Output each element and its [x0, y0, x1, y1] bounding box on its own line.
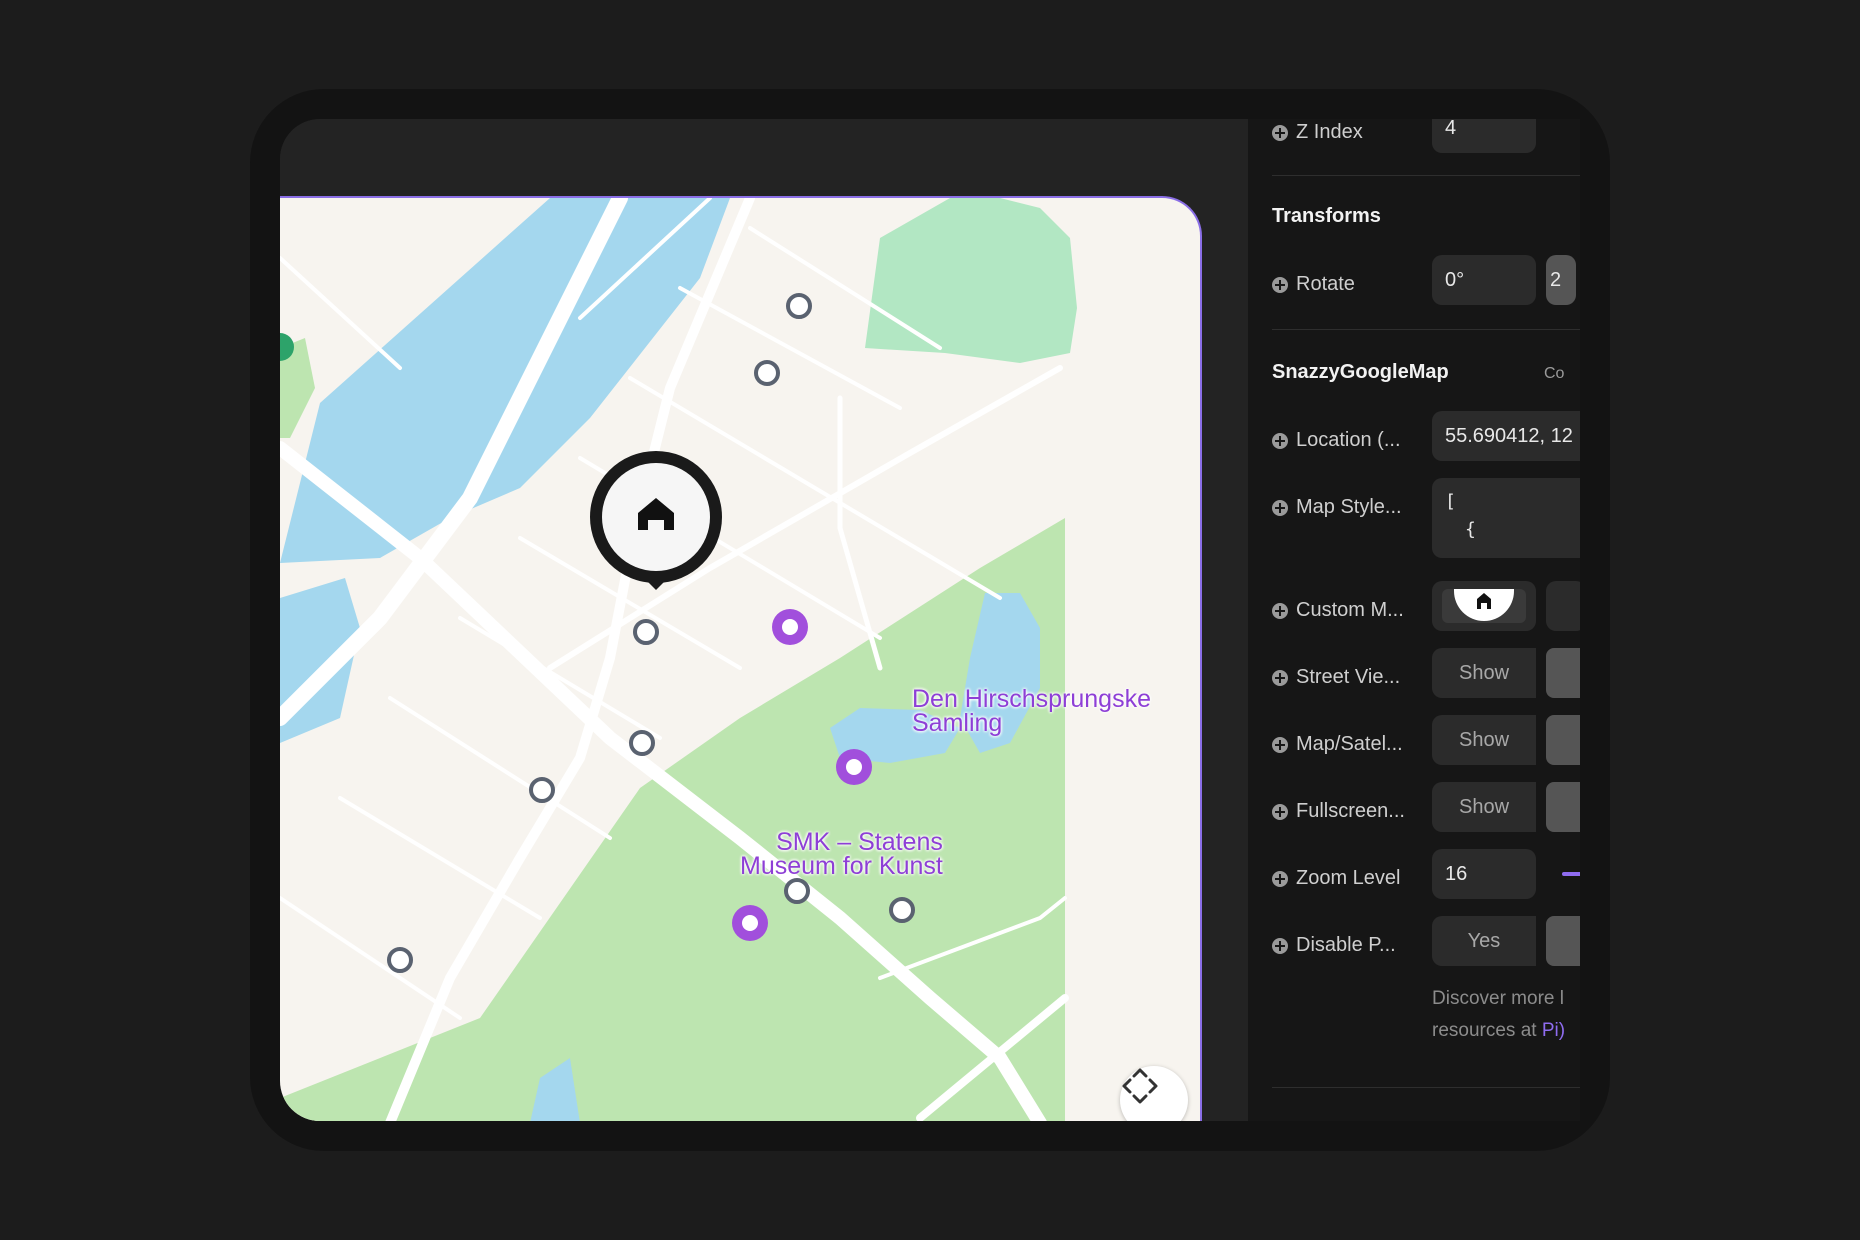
code-line: { [1465, 519, 1476, 540]
toggle-option-show[interactable]: Show [1432, 648, 1536, 698]
poi-label-line: SMK – Statens [776, 828, 943, 856]
zoom-level-slider[interactable] [1562, 872, 1580, 876]
prop-row-location: Location (... 55.690412, 12 [1272, 411, 1580, 471]
zoom-level-input[interactable]: 16 [1432, 849, 1536, 899]
park-area [865, 198, 1077, 363]
help-note: Discover more l resources at Pi) [1432, 983, 1565, 1047]
poi-label-smk[interactable]: SMK – Statens Museum for Kunst [740, 828, 943, 880]
disable-pan-toggle[interactable]: Yes [1432, 916, 1580, 966]
add-icon[interactable] [1272, 276, 1288, 293]
prop-label: Zoom Level [1296, 867, 1401, 889]
rotate-input[interactable]: 0° [1432, 255, 1536, 305]
divider [1272, 329, 1580, 330]
add-icon[interactable] [1272, 499, 1288, 516]
prop-label: Street Vie... [1296, 666, 1401, 688]
help-note-line: resources at Pi) [1432, 1015, 1565, 1047]
add-icon[interactable] [1272, 669, 1288, 686]
z-index-input[interactable]: 4 [1432, 119, 1536, 153]
rotate-secondary-input[interactable]: 2 [1546, 255, 1576, 305]
custom-marker-secondary[interactable] [1546, 581, 1580, 631]
prop-label: Map Style... [1296, 496, 1402, 518]
component-link[interactable]: Co [1544, 365, 1564, 383]
add-icon[interactable] [1272, 432, 1288, 449]
help-note-text: resources at [1432, 1020, 1542, 1041]
properties-panel: Z Index 4 Transforms Rotate 0° 2 SnazzyG… [1248, 119, 1580, 1121]
toggle-option-show[interactable]: Show [1432, 782, 1536, 832]
code-line: [ [1445, 491, 1456, 512]
add-icon[interactable] [1272, 124, 1288, 141]
poi-label-line: Museum for Kunst [740, 852, 943, 880]
prop-row-street-view: Street Vie... Show [1272, 648, 1580, 708]
toggle-option-hide[interactable] [1546, 648, 1580, 698]
google-map[interactable]: Den Hirschsprungske Samling SMK – Staten… [280, 196, 1202, 1121]
prop-label: Custom M... [1296, 599, 1404, 621]
park-area [280, 518, 1065, 1121]
add-icon[interactable] [1272, 937, 1288, 954]
prop-label: Map/Satel... [1296, 733, 1403, 755]
street-view-toggle[interactable]: Show [1432, 648, 1580, 698]
toggle-option-yes[interactable]: Yes [1432, 916, 1536, 966]
prop-row-map-satellite: Map/Satel... Show [1272, 715, 1580, 775]
poi-label-hirschsprung[interactable]: Den Hirschsprungske Samling [912, 685, 1151, 737]
screen: Den Hirschsprungske Samling SMK – Staten… [280, 119, 1580, 1121]
map-satellite-toggle[interactable]: Show [1432, 715, 1580, 765]
map-canvas[interactable] [280, 198, 1202, 1121]
poi-label-line: Den Hirschsprungske [912, 685, 1151, 713]
custom-marker[interactable] [590, 451, 722, 590]
section-title-transforms: Transforms [1272, 205, 1381, 227]
fullscreen-toggle[interactable]: Show [1432, 782, 1580, 832]
custom-marker-image-picker[interactable] [1432, 581, 1536, 631]
prop-label: Z Index [1296, 121, 1363, 143]
add-icon[interactable] [1272, 736, 1288, 753]
canvas-topbar [280, 119, 1248, 196]
prop-row-zoom-level: Zoom Level 16 [1272, 849, 1580, 909]
fullscreen-arrows-icon [1122, 1068, 1158, 1104]
section-title-component: SnazzyGoogleMap [1272, 361, 1449, 383]
toggle-option-no[interactable] [1546, 916, 1580, 966]
prop-label: Disable P... [1296, 934, 1396, 956]
divider [1272, 175, 1580, 176]
prop-row-fullscreen: Fullscreen... Show [1272, 782, 1580, 842]
divider [1272, 1087, 1580, 1088]
poi-label-line: Samling [912, 709, 1003, 737]
prop-label: Fullscreen... [1296, 800, 1405, 822]
marker-thumbnail [1442, 589, 1526, 623]
prop-row-z-index: Z Index 4 [1272, 119, 1580, 163]
toggle-option-hide[interactable] [1546, 782, 1580, 832]
prop-row-disable-pan: Disable P... Yes [1272, 916, 1580, 976]
toggle-option-hide[interactable] [1546, 715, 1580, 765]
prop-row-map-style: Map Style... [ { [1272, 478, 1580, 558]
help-link[interactable]: Pi) [1542, 1020, 1565, 1041]
prop-row-rotate: Rotate 0° 2 [1272, 255, 1580, 315]
map-style-textarea[interactable]: [ { [1432, 478, 1580, 558]
prop-label: Rotate [1296, 273, 1355, 295]
home-icon [1454, 589, 1514, 621]
add-icon[interactable] [1272, 602, 1288, 619]
add-icon[interactable] [1272, 803, 1288, 820]
help-note-line: Discover more l [1432, 988, 1564, 1009]
prop-row-custom-marker: Custom M... [1272, 581, 1580, 641]
location-input[interactable]: 55.690412, 12 [1432, 411, 1580, 461]
add-icon[interactable] [1272, 870, 1288, 887]
prop-label: Location (... [1296, 429, 1401, 451]
toggle-option-show[interactable]: Show [1432, 715, 1536, 765]
